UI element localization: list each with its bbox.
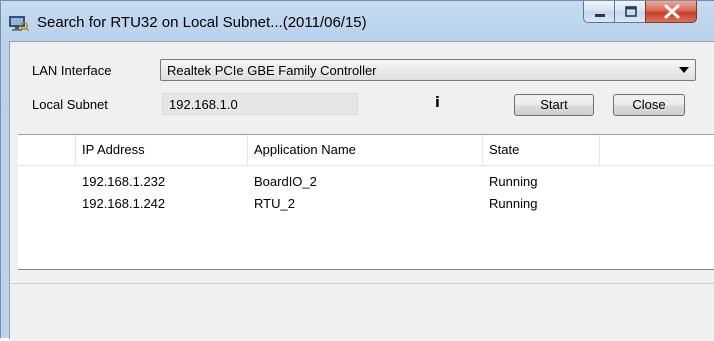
minimize-icon [595,14,605,17]
caption-buttons [583,1,714,27]
search-rtu-window: Search for RTU32 on Local Subnet...(2011… [0,0,714,341]
app-cell: BoardIO_2 [254,174,317,189]
results-list[interactable]: IP Address Application Name State 192.16… [18,134,714,270]
maximize-icon [625,6,637,17]
local-subnet-value: 192.168.1.0 [169,97,238,112]
state-cell: Running [489,174,538,189]
ip-cell: 192.168.1.232 [82,174,166,189]
state-cell: Running [489,196,538,211]
table-row[interactable]: 192.168.1.232 BoardIO_2 Running [18,172,714,192]
header-blank [18,135,76,165]
minimize-button[interactable] [583,1,615,23]
close-window-button[interactable] [645,1,697,23]
header-application-name[interactable]: Application Name [248,135,483,165]
client-area: LAN Interface Realtek PCIe GBE Family Co… [9,41,714,341]
header-state[interactable]: State [483,135,600,165]
status-bar [10,283,714,341]
app-cell: RTU_2 [254,196,295,211]
local-subnet-label: Local Subnet [32,97,108,112]
title-bar[interactable]: Search for RTU32 on Local Subnet...(2011… [1,1,714,41]
chevron-down-icon [679,67,689,73]
ip-cell: 192.168.1.242 [82,196,166,211]
network-search-icon[interactable] [9,15,30,32]
header-ip-address[interactable]: IP Address [76,135,248,165]
maximize-button[interactable] [614,1,646,23]
close-icon [664,4,680,19]
table-row[interactable]: 192.168.1.242 RTU_2 Running [18,194,714,214]
column-header: IP Address Application Name State [18,135,714,166]
lan-interface-label: LAN Interface [32,63,112,78]
window-title: Search for RTU32 on Local Subnet...(2011… [37,14,367,31]
local-subnet-field: 192.168.1.0 [162,93,358,115]
start-button[interactable]: Start [514,94,594,116]
close-button[interactable]: Close [613,94,685,116]
info-icon[interactable]: i [435,95,440,111]
lan-interface-value: Realtek PCIe GBE Family Controller [167,63,377,78]
lan-interface-dropdown[interactable]: Realtek PCIe GBE Family Controller [160,59,696,81]
